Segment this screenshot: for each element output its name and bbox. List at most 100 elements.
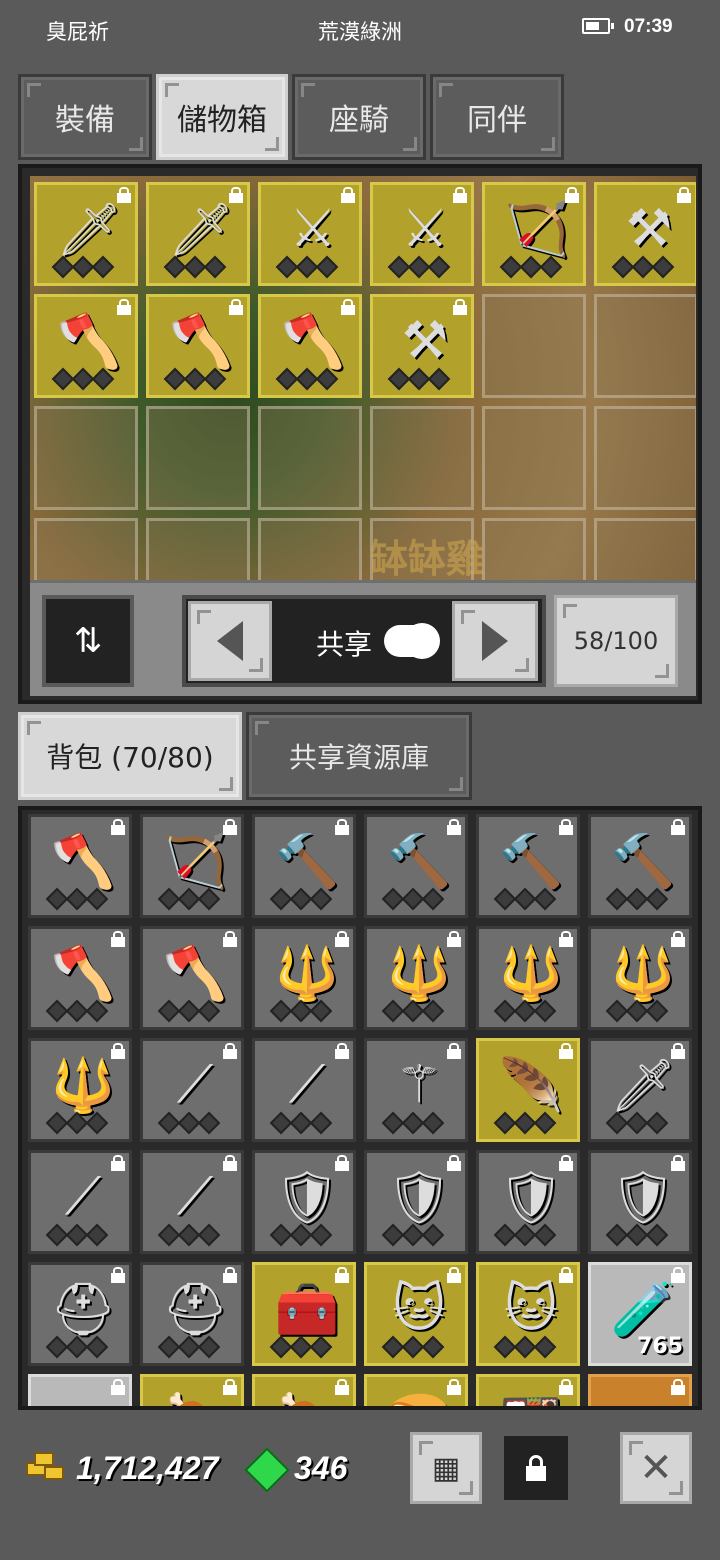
- watermark-text: 缽缽雞: [370, 537, 485, 580]
- bag-slot[interactable]: 🧪 765: [588, 1262, 692, 1366]
- grid-view-button[interactable]: ▦: [410, 1432, 482, 1504]
- bag-slot[interactable]: ⟋: [140, 1150, 244, 1254]
- bag-slot[interactable]: [28, 1374, 132, 1406]
- tab-label: 同伴: [467, 103, 527, 138]
- lock-icon: [453, 299, 467, 315]
- next-page-button[interactable]: [452, 601, 538, 681]
- sort-icon: ⇅: [73, 621, 103, 661]
- lock-icon: [223, 1267, 237, 1283]
- bag-slot[interactable]: 🔱: [364, 926, 468, 1030]
- lock-icon: [559, 1043, 573, 1059]
- bag-slot[interactable]: 🪓: [140, 926, 244, 1030]
- storage-slot[interactable]: ⚒: [370, 294, 474, 398]
- bag-slot[interactable]: 🔱: [252, 926, 356, 1030]
- bag-slot[interactable]: 🛡: [588, 1150, 692, 1254]
- storage-slot[interactable]: [482, 406, 586, 510]
- bag-slot[interactable]: 🔱: [588, 926, 692, 1030]
- tab-storage[interactable]: 儲物箱: [156, 74, 288, 160]
- lock-icon: [223, 1379, 237, 1395]
- storage-slot[interactable]: [34, 406, 138, 510]
- socket-slots: [163, 255, 227, 279]
- storage-slot[interactable]: [34, 518, 138, 580]
- bag-slot[interactable]: 🛡: [476, 1150, 580, 1254]
- bag-slot[interactable]: 🪓: [28, 926, 132, 1030]
- bag-slot[interactable]: 🧰: [252, 1262, 356, 1366]
- storage-toolbar: ⇅ 共享 58/100: [30, 580, 696, 696]
- bag-slot[interactable]: 🔨: [364, 814, 468, 918]
- storage-slot[interactable]: 🪓: [146, 294, 250, 398]
- socket-slots: [157, 887, 221, 911]
- bag-slot[interactable]: 🔱: [28, 1038, 132, 1142]
- bag-slot[interactable]: 🔨: [588, 814, 692, 918]
- socket-icon: [651, 255, 675, 279]
- storage-slot[interactable]: ⚒: [594, 182, 696, 286]
- staff-icon: 🔱: [610, 943, 676, 1004]
- storage-slot[interactable]: 🪓: [34, 294, 138, 398]
- tab-equipment[interactable]: 裝備: [18, 74, 152, 160]
- bag-slot[interactable]: 🛡: [364, 1150, 468, 1254]
- bag-slot[interactable]: 🪶: [476, 1038, 580, 1142]
- grid-icon: ▦: [431, 1450, 461, 1486]
- bag-slot[interactable]: ⟋: [252, 1038, 356, 1142]
- prev-page-button[interactable]: [188, 601, 272, 681]
- storage-slot[interactable]: [146, 518, 250, 580]
- tab-backpack[interactable]: 背包 (70/80): [18, 712, 242, 800]
- backpack-grid: 🪓🏹🔨🔨🔨🔨🪓🪓🔱🔱🔱🔱🔱⟋⟋⚚🪶🗡⟋⟋🛡🛡🛡🛡⛑⛑🧰🐱🐱🧪765🍖🍖🍞🍱: [28, 814, 692, 1406]
- storage-slot[interactable]: [370, 406, 474, 510]
- bag-slot[interactable]: 🍱: [476, 1374, 580, 1406]
- storage-slot[interactable]: [146, 406, 250, 510]
- storage-slot[interactable]: [594, 406, 696, 510]
- shield-icon: 🛡: [497, 1167, 564, 1228]
- bag-slot[interactable]: 🪓: [28, 814, 132, 918]
- storage-slot[interactable]: [482, 518, 586, 580]
- tab-companion[interactable]: 同伴: [430, 74, 564, 160]
- lock-icon: [229, 187, 243, 203]
- socket-icon: [421, 1223, 445, 1247]
- socket-icon: [533, 999, 557, 1023]
- lock-icon: [671, 1267, 685, 1283]
- bag-slot[interactable]: 🐱: [364, 1262, 468, 1366]
- storage-slot[interactable]: [482, 294, 586, 398]
- tab-mount[interactable]: 座騎: [292, 74, 426, 160]
- bag-slot[interactable]: 🛡: [252, 1150, 356, 1254]
- socket-icon: [309, 999, 333, 1023]
- storage-slot[interactable]: ⚔: [258, 182, 362, 286]
- bag-slot[interactable]: 🏹: [140, 814, 244, 918]
- bag-slot[interactable]: ⚚: [364, 1038, 468, 1142]
- bag-slot[interactable]: 🍖: [252, 1374, 356, 1406]
- storage-slot[interactable]: ⚔: [370, 182, 474, 286]
- storage-slot[interactable]: 🏹: [482, 182, 586, 286]
- bag-slot[interactable]: 🍞: [364, 1374, 468, 1406]
- sort-button[interactable]: ⇅: [42, 595, 134, 687]
- tab-shared-resources[interactable]: 共享資源庫: [246, 712, 472, 800]
- bag-slot[interactable]: 🍖: [140, 1374, 244, 1406]
- socket-slots: [611, 255, 675, 279]
- storage-slot[interactable]: [594, 294, 696, 398]
- share-toggle[interactable]: [384, 623, 440, 659]
- bag-slot[interactable]: ⟋: [28, 1150, 132, 1254]
- storage-slot[interactable]: [258, 406, 362, 510]
- bag-slot[interactable]: ⛑: [28, 1262, 132, 1366]
- bag-slot[interactable]: 🔨: [252, 814, 356, 918]
- bag-slot[interactable]: 🔱: [476, 926, 580, 1030]
- bag-slot[interactable]: 🗡: [588, 1038, 692, 1142]
- chest-icon: 🧰: [274, 1279, 340, 1340]
- lock-icon: [111, 1379, 125, 1395]
- close-button[interactable]: ✕: [620, 1432, 692, 1504]
- socket-slots: [269, 887, 333, 911]
- storage-slot[interactable]: 🗡: [34, 182, 138, 286]
- bag-slot[interactable]: 🔨: [476, 814, 580, 918]
- socket-slots: [51, 367, 115, 391]
- bag-slot[interactable]: ⛑: [140, 1262, 244, 1366]
- bag-slot[interactable]: [588, 1374, 692, 1406]
- bag-slot[interactable]: 🐱: [476, 1262, 580, 1366]
- storage-slot[interactable]: [594, 518, 696, 580]
- socket-icon: [315, 367, 339, 391]
- lock-icon: [117, 299, 131, 315]
- storage-slot[interactable]: [258, 518, 362, 580]
- storage-slot[interactable]: 🪓: [258, 294, 362, 398]
- storage-slot[interactable]: 🗡: [146, 182, 250, 286]
- socket-slots: [381, 1223, 445, 1247]
- lock-button[interactable]: [500, 1432, 572, 1504]
- bag-slot[interactable]: ⟋: [140, 1038, 244, 1142]
